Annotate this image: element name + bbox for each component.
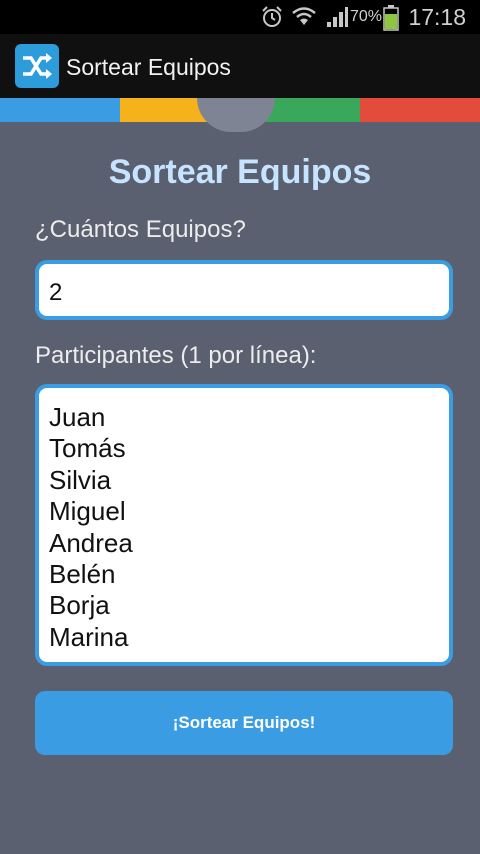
participant-line: Belén (49, 559, 116, 590)
shuffle-teams-button[interactable]: ¡Sortear Equipos! (35, 691, 453, 755)
teams-count-input[interactable]: 2 (35, 260, 453, 320)
participant-line: Andrea (49, 527, 133, 558)
participants-label: Participantes (1 por línea): (35, 342, 317, 369)
teams-count-value: 2 (49, 279, 63, 306)
strip-segment-red (360, 98, 480, 122)
participant-line: Borja (49, 590, 110, 621)
participants-textarea[interactable]: Juan Tomás Silvia Miguel Andrea Belén Bo… (35, 384, 453, 666)
alarm-icon (262, 6, 282, 27)
participant-line: Marina (49, 621, 129, 652)
shuffle-icon[interactable] (15, 44, 59, 88)
action-bar: Sortear Equipos (0, 34, 480, 98)
teams-label: ¿Cuántos Equipos? (35, 216, 246, 243)
status-bar: 70% 17:18 (0, 0, 480, 34)
battery-percent: 70% (350, 8, 383, 25)
app-title: Sortear Equipos (66, 54, 231, 80)
wifi-icon (292, 7, 316, 25)
participant-line: Tomás (49, 433, 126, 464)
participant-line: Silvia (49, 464, 112, 495)
battery-icon (383, 5, 399, 31)
shuffle-teams-button-label: ¡Sortear Equipos! (172, 713, 316, 732)
clock: 17:18 (408, 4, 466, 30)
strip-segment-blue (0, 98, 120, 122)
page-title: Sortear Equipos (108, 153, 372, 191)
signal-icon (327, 7, 348, 27)
participant-line: Juan (49, 402, 106, 432)
participant-line: Miguel (49, 496, 126, 527)
header-tab-notch (197, 98, 275, 132)
